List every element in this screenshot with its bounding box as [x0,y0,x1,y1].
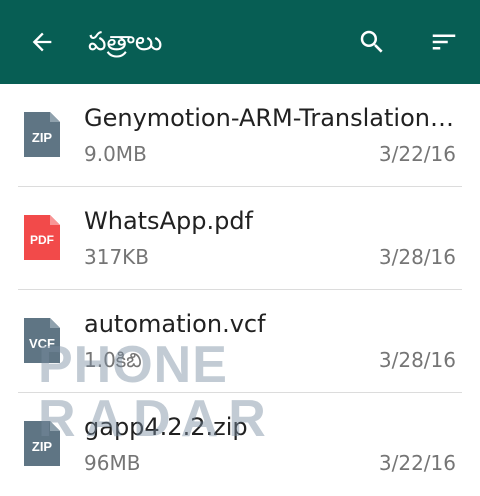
file-type-label: ZIP [31,130,53,145]
arrow-back-icon [32,32,52,52]
pdf-file-icon: PDF [24,215,60,260]
file-size: 1.0కిబి [84,348,142,372]
file-size: 96MB [84,451,141,475]
back-button[interactable] [22,22,62,62]
file-name: gapp4.2.2.zip [84,413,248,441]
sort-icon [432,34,456,50]
app-bar: పత్రాలు [0,0,480,84]
file-size: 9.0MB [84,142,147,166]
list-item[interactable]: ZIP Genymotion-ARM-Translation… 9.0MB 3/… [0,84,480,187]
vcf-file-icon: VCF [24,318,60,363]
file-type-label: VCF [29,336,55,351]
list-item[interactable]: PDF WhatsApp.pdf 317KB 3/28/16 [0,187,480,290]
file-name: Genymotion-ARM-Translation… [84,104,454,132]
search-button[interactable] [352,22,392,62]
file-type-label: PDF [30,233,54,247]
file-date: 3/22/16 [378,142,456,166]
file-size: 317KB [84,245,150,269]
page-title: పత్రాలు [88,27,163,57]
file-date: 3/22/16 [378,451,456,475]
file-type-label: ZIP [31,439,53,454]
zip-file-icon: ZIP [24,421,60,466]
zip-file-icon: ZIP [24,112,60,157]
file-name: WhatsApp.pdf [84,207,253,235]
list-item[interactable]: VCF automation.vcf 1.0కిబి 3/28/16 [0,290,480,393]
search-icon [360,30,383,53]
file-date: 3/28/16 [378,348,456,372]
list-item[interactable]: ZIP gapp4.2.2.zip 96MB 3/22/16 [0,393,480,496]
file-list: ZIP Genymotion-ARM-Translation… 9.0MB 3/… [0,84,480,496]
file-date: 3/28/16 [378,245,456,269]
sort-button[interactable] [424,22,464,62]
file-name: automation.vcf [84,310,266,338]
